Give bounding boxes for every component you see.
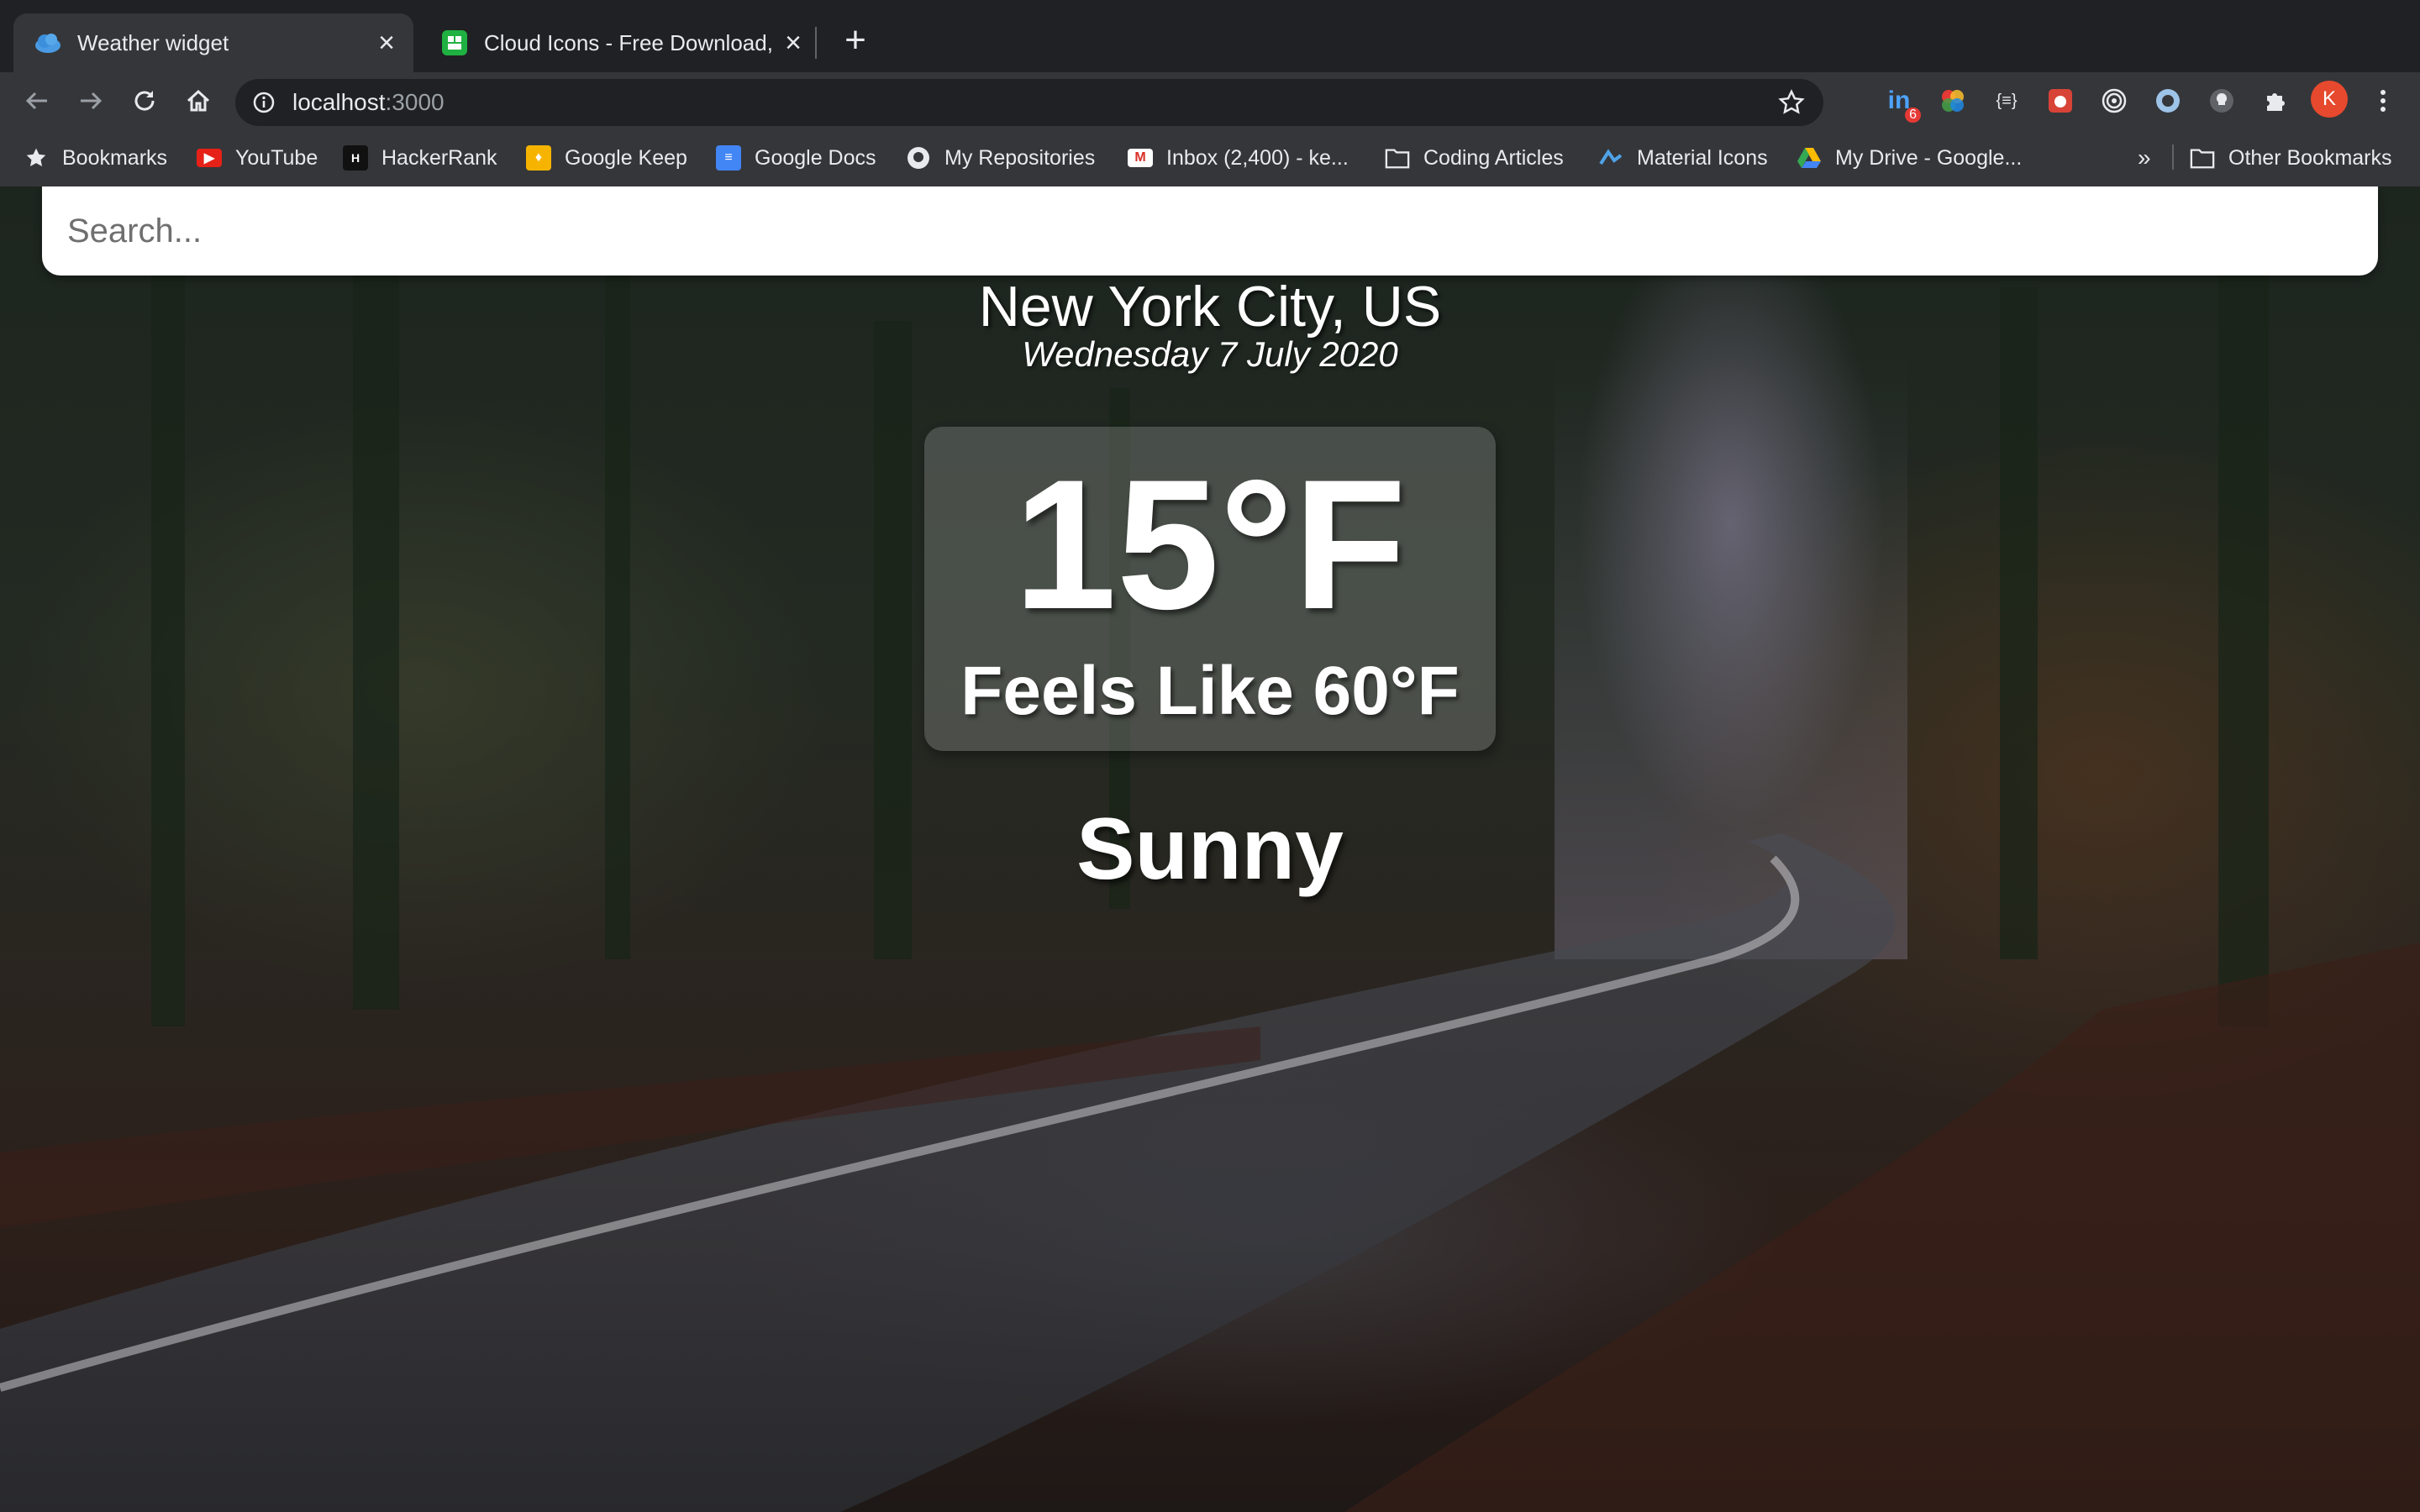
close-icon[interactable]: × — [371, 27, 402, 59]
back-icon[interactable] — [20, 84, 54, 118]
bookmark-label: Bookmarks — [62, 145, 168, 170]
gmail-icon: M — [1128, 149, 1153, 167]
bookmark-other-bookmarks[interactable]: Other Bookmarks — [2190, 141, 2392, 175]
feels-like-label: Feels Like 60°F — [960, 653, 1460, 729]
bookmark-youtube[interactable]: ▶ YouTube — [197, 141, 318, 175]
bookmark-label: My Repositories — [944, 145, 1096, 170]
tab-title: Cloud Icons - Free Download, P — [484, 29, 778, 55]
page-viewport: New York City, US Wednesday 7 July 2020 … — [0, 186, 2420, 1512]
bookmark-star-icon[interactable] — [1778, 89, 1805, 116]
new-tab-icon[interactable]: + — [839, 22, 872, 59]
google-docs-icon: ≡ — [716, 145, 741, 171]
bookmark-label: Inbox (2,400) - ke... — [1166, 145, 1349, 170]
bookmark-label: My Drive - Google... — [1835, 145, 2023, 170]
linkedin-extension-icon[interactable]: in 6 — [1882, 84, 1921, 123]
temperature-card: 15°F Feels Like 60°F — [924, 427, 1496, 751]
lightbulb-extension-icon[interactable] — [2205, 84, 2238, 118]
tab-weather-widget[interactable]: Weather widget × — [13, 13, 413, 72]
color-wheel-extension-icon[interactable] — [1936, 84, 1970, 118]
url-text: localhost:3000 — [292, 89, 445, 116]
bookmark-google-keep[interactable]: ♦ Google Keep — [526, 141, 687, 175]
reload-icon[interactable] — [128, 84, 161, 118]
bookmark-coding-articles[interactable]: Coding Articles — [1385, 141, 1564, 175]
tab-cloud-icons[interactable]: Cloud Icons - Free Download, P × — [420, 13, 820, 72]
date-label: Wednesday 7 July 2020 — [1022, 334, 1398, 374]
bookmark-my-drive[interactable]: My Drive - Google... — [1797, 141, 2022, 175]
bookmark-material-icons[interactable]: Material Icons — [1598, 141, 1768, 175]
github-icon — [906, 145, 931, 171]
temperature-value: 15°F — [1013, 441, 1407, 648]
url-host: localhost — [292, 89, 386, 115]
youtube-icon: ▶ — [197, 149, 222, 167]
bookmark-inbox[interactable]: M Inbox (2,400) - ke... — [1128, 141, 1349, 175]
extensions-puzzle-icon[interactable] — [2259, 84, 2292, 118]
target-extension-icon[interactable] — [2097, 84, 2131, 118]
tab-separator — [815, 27, 817, 59]
cloud-icon — [35, 34, 60, 53]
bookmark-label: Material Icons — [1637, 145, 1768, 170]
bookmark-label: Other Bookmarks — [2228, 145, 2392, 170]
search-bar — [42, 186, 2378, 276]
bookmark-my-repositories[interactable]: My Repositories — [906, 141, 1095, 175]
lens-extension-icon[interactable] — [2151, 84, 2185, 118]
search-input[interactable] — [66, 205, 2338, 257]
profile-avatar[interactable]: K — [2311, 81, 2348, 118]
tab-strip: Weather widget × Cloud Icons - Free Down… — [0, 0, 2420, 72]
folder-icon — [1385, 145, 1410, 171]
bookmark-label: YouTube — [235, 145, 318, 170]
bug-extension-icon[interactable] — [2044, 84, 2077, 118]
hackerrank-icon: H — [343, 145, 368, 171]
toolbar: localhost:3000 in 6 {≡} K — [0, 72, 2420, 128]
weather-condition: Sunny — [1076, 801, 1344, 898]
location-title: New York City, US — [978, 275, 1442, 339]
tab-title: Weather widget — [77, 29, 229, 55]
home-icon[interactable] — [182, 84, 215, 118]
bookmarks-bar: Bookmarks ▶ YouTube H HackerRank ♦ Googl… — [0, 128, 2420, 186]
bookmark-google-docs[interactable]: ≡ Google Docs — [716, 141, 876, 175]
address-bar[interactable]: localhost:3000 — [235, 79, 1823, 126]
url-port: :3000 — [385, 89, 445, 115]
google-keep-icon: ♦ — [526, 145, 551, 171]
bookmark-label: Google Docs — [755, 145, 876, 170]
bookmark-label: Google Keep — [565, 145, 687, 170]
bookmark-bookmarks[interactable]: Bookmarks — [24, 141, 167, 175]
json-extension-icon[interactable]: {≡} — [1990, 84, 2023, 118]
google-drive-icon — [1797, 145, 1822, 171]
info-icon[interactable] — [252, 91, 276, 114]
bookmark-label: HackerRank — [381, 145, 497, 170]
forward-icon[interactable] — [74, 84, 108, 118]
bookmarks-overflow-button[interactable]: » — [2138, 141, 2151, 175]
bookmarks-separator — [2172, 144, 2174, 170]
material-icon — [1598, 145, 1623, 171]
star-icon — [24, 145, 49, 171]
folder-icon — [2190, 145, 2215, 171]
more-menu-icon[interactable] — [2366, 84, 2400, 118]
bookmark-label: Coding Articles — [1423, 145, 1564, 170]
close-icon[interactable]: × — [778, 27, 808, 59]
extension-badge: 6 — [1905, 108, 1921, 123]
bookmark-hackerrank[interactable]: H HackerRank — [343, 141, 497, 175]
icons8-icon — [442, 30, 467, 55]
